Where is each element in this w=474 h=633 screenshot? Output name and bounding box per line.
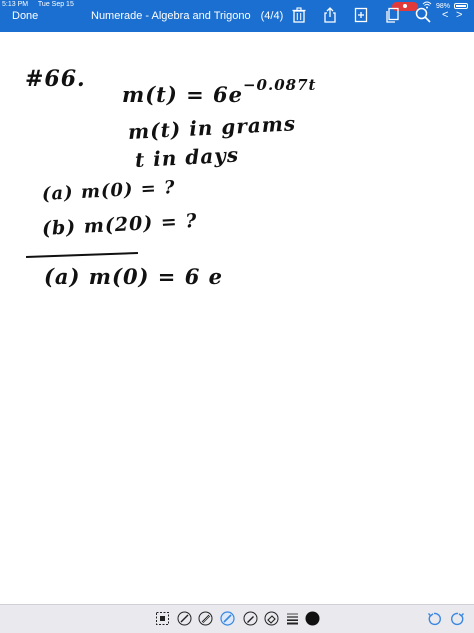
status-date: Tue Sep 15: [37, 1, 74, 8]
color-picker-icon[interactable]: [305, 611, 320, 626]
highlighter-tool-icon[interactable]: [220, 611, 235, 626]
document-title: Numerade - Algebra and Trigono (4/4): [91, 10, 283, 22]
pen-tool-icon[interactable]: [177, 611, 192, 626]
equation-lhs: m(t) = 6e: [122, 82, 243, 107]
eraser-tool-icon[interactable]: [264, 611, 279, 626]
brush-tool-icon[interactable]: [243, 611, 258, 626]
page-count: (4/4): [260, 10, 284, 22]
trash-icon[interactable]: [290, 6, 308, 24]
search-icon[interactable]: [414, 6, 432, 24]
done-button[interactable]: Done: [12, 10, 38, 22]
previous-page-button[interactable]: <: [442, 9, 448, 21]
redo-icon[interactable]: [450, 611, 466, 627]
drawing-toolbar: [0, 604, 474, 633]
part-a-question: (a) m(0) = ?: [41, 177, 177, 205]
part-a-answer: (a) m(0) = 6 e: [44, 264, 223, 289]
status-bar-left: 5:13 PM Tue Sep 15: [2, 1, 82, 8]
add-page-icon[interactable]: [352, 6, 370, 24]
top-toolbar: 5:13 PM Tue Sep 15 98% Done Numerade - A…: [0, 0, 474, 32]
pencil-tool-icon[interactable]: [198, 611, 213, 626]
line-width-icon[interactable]: [285, 611, 300, 626]
share-icon[interactable]: [321, 6, 339, 24]
unit-line-grams: m(t) in grams: [127, 111, 297, 144]
equation-line: m(t) = 6e−0.087t: [122, 76, 316, 107]
pages-icon[interactable]: [383, 6, 401, 24]
undo-icon[interactable]: [426, 611, 442, 627]
note-canvas[interactable]: #66. m(t) = 6e−0.087t m(t) in grams t in…: [0, 32, 474, 604]
document-title-text: Numerade - Algebra and Trigono: [91, 10, 251, 22]
equation-exponent: −0.087t: [242, 76, 317, 94]
lasso-select-icon[interactable]: [155, 611, 170, 626]
status-time: 5:13 PM: [2, 1, 29, 8]
part-b-question: (b) m(20) = ?: [41, 209, 199, 240]
unit-line-days: t in days: [134, 142, 240, 172]
problem-number: #66.: [25, 66, 86, 92]
separator-line: [25, 252, 139, 258]
next-page-button[interactable]: >: [456, 9, 462, 21]
